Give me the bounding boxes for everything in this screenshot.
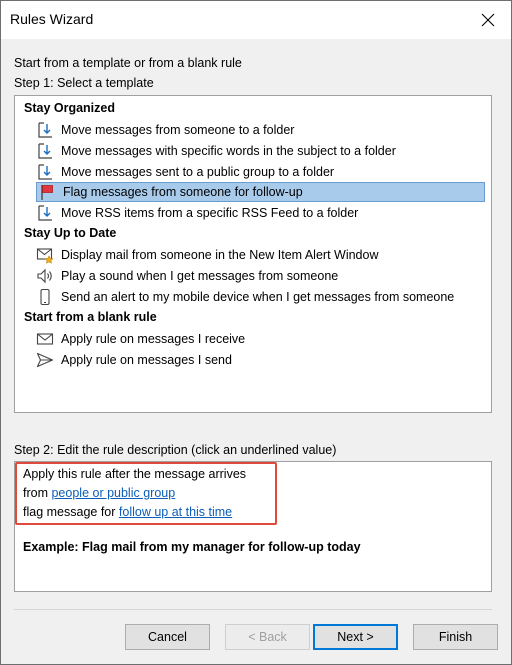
step1-label: Step 1: Select a template <box>14 76 154 90</box>
rule-line-action-prefix: flag message for <box>23 505 119 519</box>
template-item-label: Apply rule on messages I receive <box>61 332 246 346</box>
back-button[interactable]: < Back <box>225 624 310 650</box>
rule-line-from: from people or public group <box>23 486 175 500</box>
people-or-public-group-link[interactable]: people or public group <box>51 486 175 500</box>
move-folder-icon <box>35 120 55 140</box>
move-folder-icon <box>35 141 55 161</box>
template-item-apply-send[interactable]: Apply rule on messages I send <box>35 350 483 370</box>
close-button[interactable] <box>473 7 503 33</box>
template-item-move-from-someone[interactable]: Move messages from someone to a folder <box>35 120 483 140</box>
envelope-icon <box>35 329 55 349</box>
mobile-phone-icon <box>35 287 55 307</box>
mail-alert-icon <box>35 245 55 265</box>
template-item-label: Flag messages from someone for follow-up <box>63 185 303 199</box>
template-list[interactable]: Stay Organized Move messages from someon… <box>14 95 492 413</box>
template-item-label: Move RSS items from a specific RSS Feed … <box>61 206 359 220</box>
close-icon <box>481 13 495 27</box>
red-flag-icon <box>37 182 57 202</box>
template-item-label: Display mail from someone in the New Ite… <box>61 248 379 262</box>
template-item-apply-receive[interactable]: Apply rule on messages I receive <box>35 329 483 349</box>
template-item-display-alert[interactable]: Display mail from someone in the New Ite… <box>35 245 483 265</box>
template-item-move-with-words[interactable]: Move messages with specific words in the… <box>35 141 483 161</box>
template-item-label: Play a sound when I get messages from so… <box>61 269 339 283</box>
rule-line-action: flag message for follow up at this time <box>23 505 232 519</box>
group-header-stay-organized: Stay Organized <box>24 101 115 115</box>
send-arrow-icon <box>35 350 55 370</box>
step2-label: Step 2: Edit the rule description (click… <box>14 443 337 457</box>
speaker-icon <box>35 266 55 286</box>
template-item-label: Apply rule on messages I send <box>61 353 232 367</box>
cancel-button[interactable]: Cancel <box>125 624 210 650</box>
template-item-label: Move messages with specific words in the… <box>61 144 396 158</box>
button-separator <box>14 609 492 610</box>
intro-text: Start from a template or from a blank ru… <box>14 56 242 70</box>
finish-button[interactable]: Finish <box>413 624 498 650</box>
template-item-move-rss[interactable]: Move RSS items from a specific RSS Feed … <box>35 203 483 223</box>
template-item-mobile-alert[interactable]: Send an alert to my mobile device when I… <box>35 287 483 307</box>
rule-line-from-prefix: from <box>23 486 52 500</box>
template-item-label: Move messages from someone to a folder <box>61 123 295 137</box>
template-item-label: Move messages sent to a public group to … <box>61 165 335 179</box>
rules-wizard-window: Rules Wizard Start from a template or fr… <box>0 0 512 665</box>
template-item-play-sound[interactable]: Play a sound when I get messages from so… <box>35 266 483 286</box>
next-button[interactable]: Next > <box>313 624 398 650</box>
rule-line-trigger: Apply this rule after the message arrive… <box>23 467 247 481</box>
dialog-body: Start from a template or from a blank ru… <box>1 39 511 664</box>
move-folder-icon <box>35 203 55 223</box>
window-title: Rules Wizard <box>10 11 94 27</box>
template-item-move-public-group[interactable]: Move messages sent to a public group to … <box>35 162 483 182</box>
template-item-label: Send an alert to my mobile device when I… <box>61 290 455 304</box>
rule-description-box: Apply this rule after the message arrive… <box>14 461 492 592</box>
rule-example-text: Example: Flag mail from my manager for f… <box>23 540 361 554</box>
follow-up-time-link[interactable]: follow up at this time <box>119 505 232 519</box>
group-header-blank-rule: Start from a blank rule <box>24 310 157 324</box>
group-header-stay-up-to-date: Stay Up to Date <box>24 226 117 240</box>
template-item-flag-follow-up[interactable]: Flag messages from someone for follow-up <box>36 182 485 202</box>
move-folder-icon <box>35 162 55 182</box>
title-bar: Rules Wizard <box>1 1 511 39</box>
